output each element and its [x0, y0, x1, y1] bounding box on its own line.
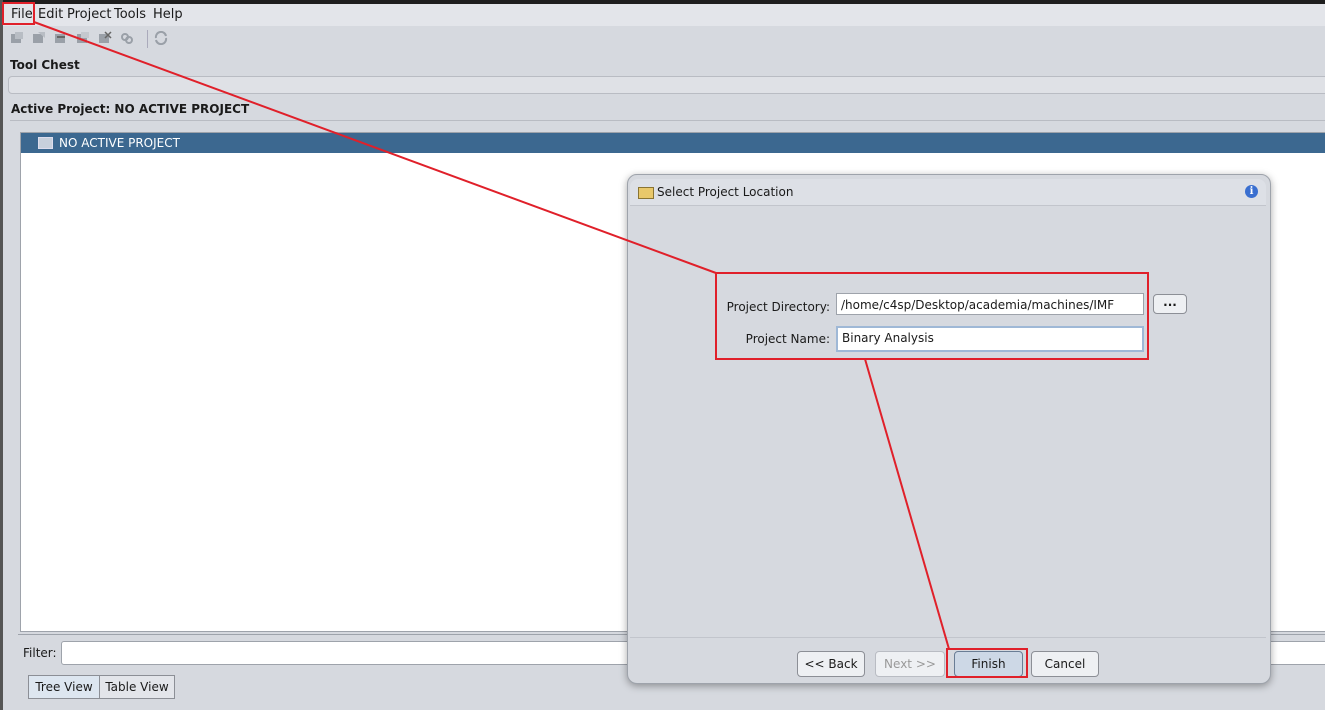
save-project-icon[interactable] [76, 31, 90, 45]
menu-help[interactable]: Help [153, 7, 183, 22]
select-project-location-dialog: Select Project Location i Project Direct… [627, 174, 1271, 684]
browse-button[interactable]: ... [1153, 294, 1187, 314]
refresh-icon[interactable] [154, 31, 168, 45]
tree-root-row[interactable]: NO ACTIVE PROJECT [21, 133, 1325, 153]
project-directory-label: Project Directory: [726, 300, 830, 314]
info-icon[interactable]: i [1245, 185, 1258, 198]
dialog-title-bar: Select Project Location i [630, 179, 1266, 206]
tab-table-view[interactable]: Table View [99, 675, 175, 699]
project-name-label: Project Name: [745, 332, 830, 346]
menubar: File Edit Project Tools Help [3, 4, 1325, 26]
link-icon[interactable] [120, 31, 134, 45]
finish-button[interactable]: Finish [954, 651, 1023, 677]
toolbar-separator [147, 30, 148, 48]
close-project-icon[interactable] [54, 31, 68, 45]
open-project-icon[interactable] [32, 31, 46, 45]
tree-root-label: NO ACTIVE PROJECT [59, 136, 180, 150]
back-button[interactable]: << Back [797, 651, 865, 677]
menu-edit[interactable]: Edit [38, 7, 63, 22]
tool-chest-area [8, 76, 1325, 94]
delete-project-icon[interactable] [98, 31, 112, 45]
filter-label: Filter: [23, 646, 57, 660]
toolbar [3, 27, 1325, 51]
window-left-strip [0, 0, 3, 710]
tab-tree-view[interactable]: Tree View [28, 675, 100, 699]
menu-project[interactable]: Project [67, 7, 111, 22]
menu-file[interactable]: File [11, 7, 33, 22]
dialog-title: Select Project Location [657, 185, 794, 199]
project-directory-input[interactable]: /home/c4sp/Desktop/academia/machines/IMF [836, 293, 1144, 315]
new-project-icon[interactable] [10, 31, 24, 45]
new-folder-icon [638, 187, 654, 199]
active-project-label: Active Project: NO ACTIVE PROJECT [11, 102, 250, 116]
cancel-button[interactable]: Cancel [1031, 651, 1099, 677]
next-button[interactable]: Next >> [875, 651, 945, 677]
dialog-footer-separator [630, 637, 1266, 638]
tool-chest-label: Tool Chest [10, 58, 80, 72]
project-name-input[interactable]: Binary Analysis [836, 326, 1144, 352]
folder-icon [38, 137, 53, 149]
menu-tools[interactable]: Tools [114, 7, 146, 22]
